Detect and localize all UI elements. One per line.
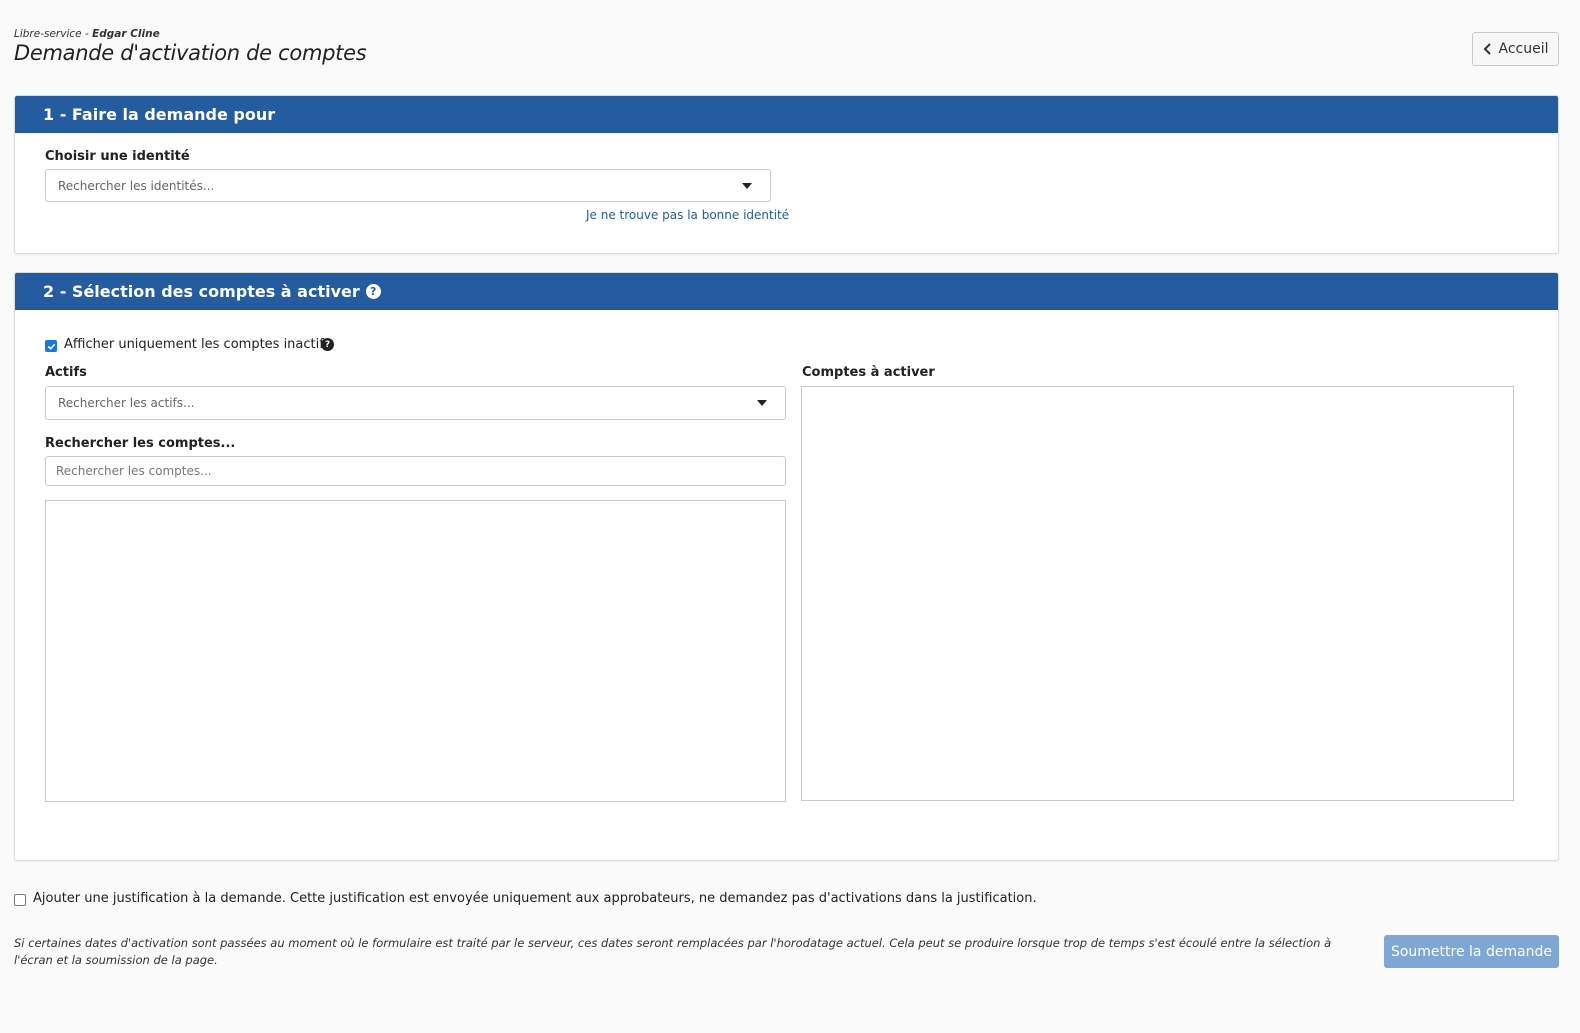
request-for-panel: 1 - Faire la demande pour Choisir une id… (14, 95, 1559, 254)
assets-select-placeholder: Rechercher les actifs... (58, 396, 195, 410)
submit-request-button[interactable]: Soumettre la demande (1384, 935, 1559, 968)
identity-not-found-link[interactable]: Je ne trouve pas la bonne identité (586, 208, 789, 222)
accounts-to-activate-list[interactable] (801, 386, 1514, 801)
available-accounts-list[interactable] (45, 500, 786, 802)
assets-label: Actifs (45, 365, 87, 380)
only-inactive-checkbox[interactable] (45, 340, 57, 352)
breadcrumb-user: Edgar Cline (92, 28, 160, 40)
page-header: Libre-service - Edgar Cline Demande d'ac… (14, 28, 367, 65)
search-accounts-placeholder: Rechercher les comptes... (56, 464, 212, 478)
chevron-left-icon (1483, 43, 1491, 55)
justification-checkbox[interactable] (14, 894, 26, 906)
caret-down-icon (757, 400, 767, 406)
identity-select[interactable]: Rechercher les identités... (45, 169, 771, 202)
justification-label: Ajouter une justification à la demande. … (33, 891, 1037, 906)
home-button-label: Accueil (1498, 41, 1549, 57)
search-accounts-input[interactable]: Rechercher les comptes... (45, 456, 786, 486)
only-inactive-help-icon[interactable]: ? (321, 338, 334, 351)
breadcrumb-prefix: Libre-service - (14, 28, 93, 40)
page-title: Demande d'activation de comptes (14, 41, 367, 65)
identity-label: Choisir une identité (45, 149, 190, 164)
caret-down-icon (742, 182, 752, 189)
checkmark-icon (47, 343, 56, 350)
help-icon[interactable]: ? (365, 284, 381, 299)
activation-date-footnote: Si certaines dates d'activation sont pas… (14, 936, 1332, 967)
only-inactive-label: Afficher uniquement les comptes inactifs (64, 337, 331, 352)
assets-select[interactable]: Rechercher les actifs... (45, 386, 786, 420)
request-for-panel-header: 1 - Faire la demande pour (15, 96, 1558, 133)
request-for-panel-title: 1 - Faire la demande pour (43, 105, 276, 124)
identity-select-placeholder: Rechercher les identités... (58, 178, 215, 193)
accounts-selection-panel-header: 2 - Sélection des comptes à activer ? (15, 273, 1558, 310)
breadcrumb: Libre-service - Edgar Cline (14, 28, 366, 40)
accounts-to-activate-label: Comptes à activer (802, 365, 935, 380)
accounts-selection-panel: 2 - Sélection des comptes à activer ? Af… (14, 272, 1559, 861)
search-accounts-label: Rechercher les comptes... (45, 436, 236, 451)
accounts-selection-panel-title: 2 - Sélection des comptes à activer (43, 282, 360, 301)
home-button[interactable]: Accueil (1472, 32, 1559, 66)
